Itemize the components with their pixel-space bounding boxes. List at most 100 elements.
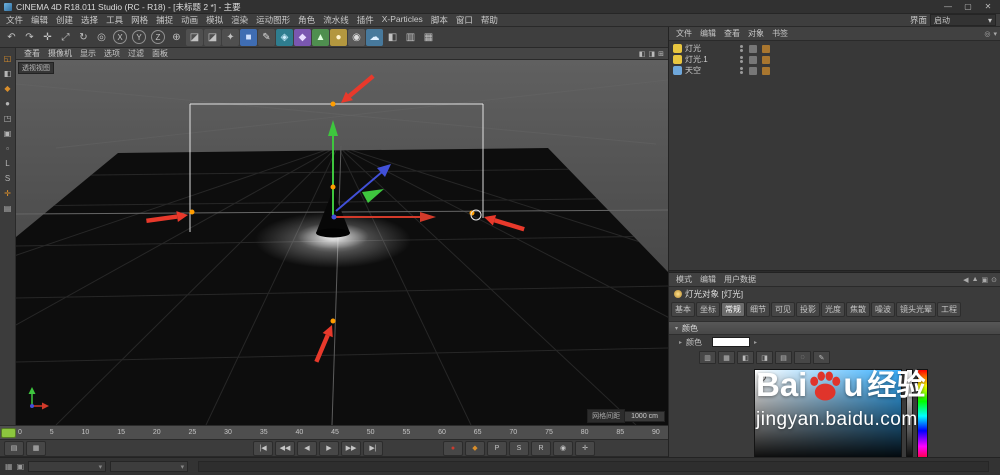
panel-icon[interactable]: ▲	[972, 276, 979, 284]
menu-item[interactable]: 帮助	[477, 14, 502, 26]
toolbar-button[interactable]: ✛	[39, 29, 56, 46]
picker-mode-icon[interactable]: ▤	[775, 351, 792, 364]
viewport-menu-item[interactable]: 面板	[148, 48, 172, 59]
viewport-menu-item[interactable]: 查看	[20, 48, 44, 59]
keyframe-button[interactable]: S	[509, 441, 529, 456]
keyframe-button[interactable]: ◉	[553, 441, 573, 456]
object-row[interactable]: 天空	[669, 65, 1000, 76]
toolbar-button[interactable]: Z	[151, 30, 165, 44]
object-row[interactable]: 灯光.1	[669, 54, 1000, 65]
panel-icon[interactable]: ◎	[984, 30, 990, 38]
mode-tool-button[interactable]: ◱	[2, 52, 14, 64]
light-handle-top[interactable]	[331, 102, 336, 107]
tag-icon-2[interactable]	[762, 45, 770, 53]
toolbar-button[interactable]: ◪	[186, 29, 203, 46]
attribute-tab[interactable]: 投影	[796, 302, 820, 317]
toolbar-button[interactable]: ▦	[420, 29, 437, 46]
status-dropdown-2[interactable]: ▾	[110, 461, 188, 472]
menu-item[interactable]: 创建	[52, 14, 77, 26]
menu-item[interactable]: 运动图形	[252, 14, 294, 26]
menu-item[interactable]: 插件	[353, 14, 378, 26]
menu-item[interactable]: 角色	[294, 14, 319, 26]
view-label-tab[interactable]: 透视视图	[18, 62, 54, 74]
attribute-tab[interactable]: 焦散	[846, 302, 870, 317]
toolbar-button[interactable]: ●	[330, 29, 347, 46]
viewport-menu-item[interactable]: 选项	[100, 48, 124, 59]
attribute-tab[interactable]: 工程	[937, 302, 961, 317]
timeline-ruler[interactable]: 051015202530354045505560657075808590	[0, 425, 668, 440]
attribute-menu-item[interactable]: 编辑	[696, 274, 720, 285]
playback-button[interactable]: ▶	[319, 441, 339, 456]
mode-tool-button[interactable]: L	[2, 157, 14, 169]
object-manager-menu-item[interactable]: 书签	[768, 28, 792, 39]
mode-tool-button[interactable]: ▤	[2, 202, 14, 214]
keyframe-button[interactable]: ●	[443, 441, 463, 456]
toolbar-button[interactable]: ⊕	[168, 29, 185, 46]
panel-icon[interactable]: ▾	[993, 30, 997, 38]
toolbar-button[interactable]: X	[113, 30, 127, 44]
picker-mode-icon[interactable]: ▥	[699, 351, 716, 364]
menu-item[interactable]: 模拟	[202, 14, 227, 26]
visibility-dots[interactable]	[740, 67, 743, 74]
toolbar-button[interactable]: ↶	[3, 29, 20, 46]
color-section-header[interactable]: ▾ 颜色	[669, 321, 1000, 335]
menu-item[interactable]: 动画	[177, 14, 202, 26]
keyframe-button[interactable]: ✛	[575, 441, 595, 456]
tag-icon[interactable]	[749, 67, 757, 75]
playback-button[interactable]: ◀◀	[275, 441, 295, 456]
menu-item[interactable]: 工具	[102, 14, 127, 26]
attribute-tab[interactable]: 细节	[746, 302, 770, 317]
timeline-option-button[interactable]: ▦	[26, 441, 46, 456]
light-origin-handle[interactable]	[331, 185, 336, 190]
object-row[interactable]: 灯光	[669, 43, 1000, 54]
maximize-button[interactable]: ▢	[960, 2, 976, 11]
keyframe-button[interactable]: R	[531, 441, 551, 456]
playback-button[interactable]: ◀	[297, 441, 317, 456]
attribute-tab[interactable]: 镜头光晕	[896, 302, 936, 317]
toolbar-button[interactable]: ✎	[258, 29, 275, 46]
toolbar-button[interactable]: ↷	[21, 29, 38, 46]
attribute-tab[interactable]: 基本	[671, 302, 695, 317]
menu-item[interactable]: 流水线	[319, 14, 353, 26]
object-name[interactable]: 灯光.1	[685, 54, 725, 65]
picker-mode-icon[interactable]: ▦	[718, 351, 735, 364]
status-icon-grid[interactable]: ▦	[5, 462, 13, 471]
status-dropdown-1[interactable]: ▾	[28, 461, 106, 472]
menu-item[interactable]: 渲染	[227, 14, 252, 26]
hue-slider[interactable]	[917, 369, 928, 463]
toolbar-button[interactable]: ◉	[348, 29, 365, 46]
attribute-tab[interactable]: 坐标	[696, 302, 720, 317]
mode-tool-button[interactable]: ▣	[2, 127, 14, 139]
mode-tool-button[interactable]: ●	[2, 97, 14, 109]
attribute-menu-item[interactable]: 用户数据	[720, 274, 760, 285]
menu-item[interactable]: 选择	[77, 14, 102, 26]
toolbar-button[interactable]: ✦	[222, 29, 239, 46]
menu-item[interactable]: 脚本	[427, 14, 452, 26]
toolbar-button[interactable]: ◧	[384, 29, 401, 46]
visibility-dots[interactable]	[740, 56, 743, 63]
menu-item[interactable]: 文件	[2, 14, 27, 26]
picker-mode-icon[interactable]: ◧	[737, 351, 754, 364]
toolbar-button[interactable]: ▥	[402, 29, 419, 46]
panel-icon[interactable]: ▣	[982, 276, 989, 284]
toolbar-button[interactable]: ◪	[204, 29, 221, 46]
menu-item[interactable]: 网格	[127, 14, 152, 26]
menu-item[interactable]: X-Particles	[378, 14, 427, 26]
view-layout-icon[interactable]: ◨	[649, 50, 656, 58]
tag-icon-2[interactable]	[762, 67, 770, 75]
mode-tool-button[interactable]: ▫	[2, 142, 14, 154]
saturation-value-square[interactable]	[754, 369, 902, 463]
panel-icon[interactable]: ◀	[963, 276, 968, 284]
toolbar-button[interactable]: ▲	[312, 29, 329, 46]
tag-icon[interactable]	[749, 45, 757, 53]
attribute-tab[interactable]: 噪波	[871, 302, 895, 317]
picker-mode-icon[interactable]: ◌	[794, 351, 811, 364]
object-manager-menu-item[interactable]: 对象	[744, 28, 768, 39]
mode-tool-button[interactable]: ◆	[2, 82, 14, 94]
toolbar-button[interactable]: ◎	[93, 29, 110, 46]
tag-icon[interactable]	[749, 56, 757, 64]
color-picker-marker[interactable]	[758, 373, 766, 381]
view-layout-icon[interactable]: ◧	[639, 50, 646, 58]
light-handle-bottom[interactable]	[331, 319, 336, 324]
chevron-right-icon[interactable]: ▸	[754, 339, 757, 346]
